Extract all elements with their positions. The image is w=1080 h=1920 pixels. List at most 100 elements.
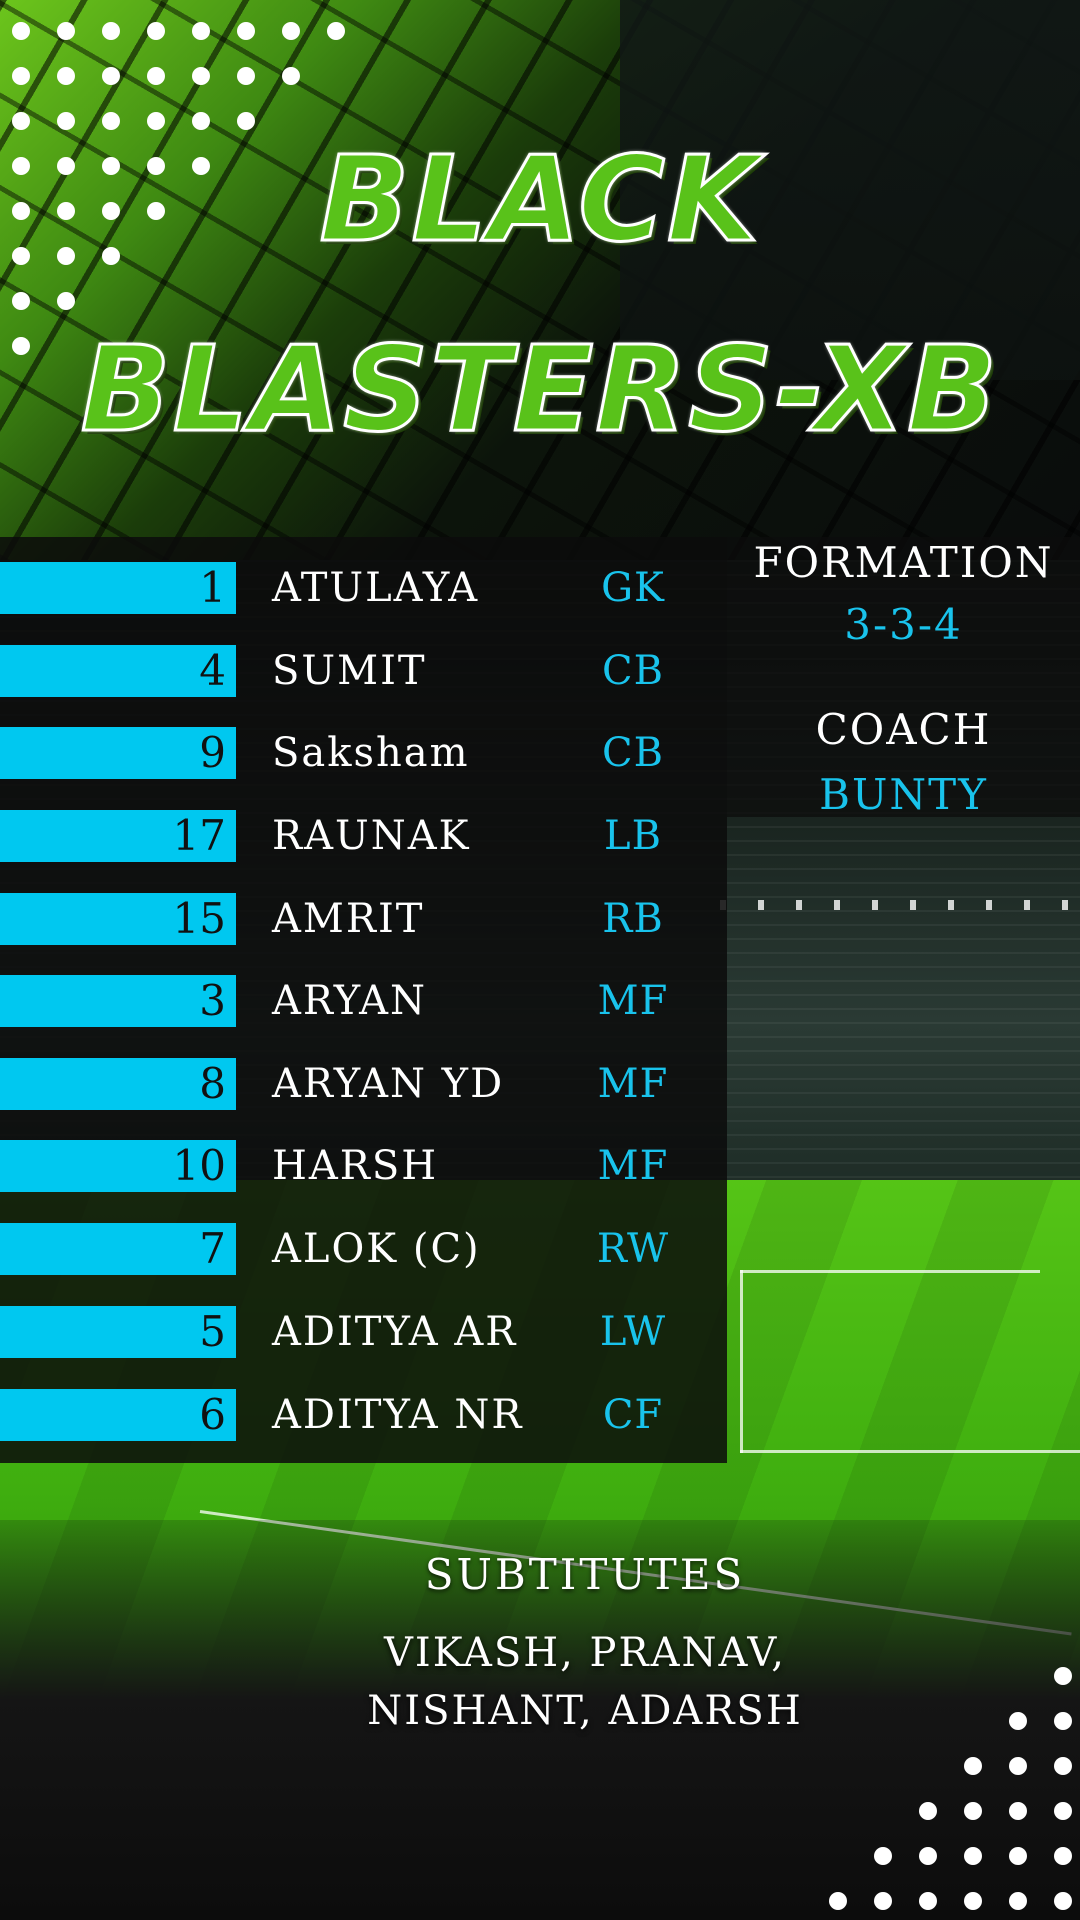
player-position: CB (602, 648, 664, 694)
player-name: ADITYA NR (272, 1392, 524, 1438)
team-name-line-1: BLACK (318, 129, 761, 270)
decorative-dot (874, 1847, 892, 1865)
pitch-line (740, 1270, 743, 1453)
decorative-dot (1009, 1712, 1027, 1730)
decorative-dot (12, 292, 30, 310)
decorative-dot (237, 22, 255, 40)
player-position: RW (596, 1226, 670, 1272)
formation-value: 3-3-4 (844, 600, 963, 649)
team-name-line-2: BLASTERS-XB (79, 319, 1000, 460)
player-name: SUMIT (272, 648, 427, 694)
number-bar: 3 (0, 975, 236, 1027)
decorative-dot (1054, 1667, 1072, 1685)
decorative-dot (12, 22, 30, 40)
decorative-dot (192, 22, 210, 40)
player-position: MF (597, 1061, 669, 1107)
player-number: 8 (199, 1059, 226, 1108)
decorative-dot (919, 1892, 937, 1910)
decorative-dot (1054, 1802, 1072, 1820)
number-bar: 4 (0, 645, 236, 697)
player-number: 17 (172, 811, 226, 860)
decorative-dot (919, 1802, 937, 1820)
number-bar: 1 (0, 562, 236, 614)
decorative-dot (327, 22, 345, 40)
decorative-dot (192, 112, 210, 130)
player-number: 7 (199, 1224, 226, 1273)
player-name: RAUNAK (272, 813, 471, 859)
player-name: AMRIT (272, 896, 425, 942)
decorative-dot (57, 292, 75, 310)
number-bar: 9 (0, 727, 236, 779)
substitutes-label: SUBTITUTES (424, 1550, 746, 1599)
player-number: 15 (172, 894, 226, 943)
pitch-line (740, 1270, 1040, 1273)
decorative-dot (1054, 1712, 1072, 1730)
number-bar: 7 (0, 1223, 236, 1275)
player-position: MF (597, 1143, 669, 1189)
decorative-dot (147, 22, 165, 40)
decorative-dot (237, 67, 255, 85)
player-position: MF (597, 978, 669, 1024)
player-number: 1 (199, 563, 226, 612)
player-name: ATULAYA (272, 565, 480, 611)
player-name: ADITYA AR (272, 1309, 518, 1355)
player-position: RB (602, 896, 664, 942)
decorative-dot (12, 112, 30, 130)
decorative-dot (12, 67, 30, 85)
decorative-dot (1009, 1802, 1027, 1820)
player-position: CB (602, 730, 664, 776)
decorative-dot (1009, 1847, 1027, 1865)
player-name: Saksham (272, 730, 470, 776)
number-bar: 5 (0, 1306, 236, 1358)
player-name: ALOK (C) (272, 1226, 481, 1272)
number-bar: 15 (0, 893, 236, 945)
decorative-dot (147, 67, 165, 85)
player-position: LW (599, 1309, 667, 1355)
player-name: HARSH (272, 1143, 439, 1189)
decorative-dot (192, 67, 210, 85)
decorative-dot (1009, 1757, 1027, 1775)
player-row: 15 AMRIT RB (0, 893, 727, 945)
player-number: 5 (199, 1307, 226, 1356)
decorative-dot (1054, 1847, 1072, 1865)
player-number: 6 (199, 1390, 226, 1439)
decorative-dot (1054, 1892, 1072, 1910)
dot-pattern-bottom-right (820, 1640, 1080, 1920)
decorative-dot (282, 22, 300, 40)
pitch-line (740, 1450, 1080, 1453)
coach-label: COACH (815, 705, 992, 754)
player-name: ARYAN (272, 978, 427, 1024)
player-number: 10 (172, 1141, 226, 1190)
player-row: 9 Saksham CB (0, 727, 727, 779)
decorative-dot (102, 22, 120, 40)
decorative-dot (1009, 1892, 1027, 1910)
decorative-dot (964, 1892, 982, 1910)
stadium-lights (720, 900, 1080, 910)
player-position: GK (601, 565, 665, 611)
formation-label: FORMATION (753, 538, 1054, 587)
player-row: 6 ADITYA NR CF (0, 1389, 727, 1441)
decorative-dot (829, 1892, 847, 1910)
player-row: 3 ARYAN MF (0, 975, 727, 1027)
decorative-dot (874, 1892, 892, 1910)
player-name: ARYAN YD (272, 1061, 505, 1107)
coach-name: BUNTY (819, 770, 988, 819)
decorative-dot (57, 67, 75, 85)
decorative-dot (919, 1847, 937, 1865)
player-row: 7 ALOK (C) RW (0, 1223, 727, 1275)
decorative-dot (964, 1757, 982, 1775)
decorative-dot (102, 67, 120, 85)
player-row: 17 RAUNAK LB (0, 810, 727, 862)
player-row: 4 SUMIT CB (0, 645, 727, 697)
decorative-dot (237, 112, 255, 130)
player-number: 4 (199, 646, 226, 695)
decorative-dot (57, 112, 75, 130)
substitutes-line-1: VIKASH, PRANAV, (384, 1630, 786, 1676)
decorative-dot (1054, 1757, 1072, 1775)
player-row: 1 ATULAYA GK (0, 562, 727, 614)
decorative-dot (282, 67, 300, 85)
number-bar: 6 (0, 1389, 236, 1441)
decorative-dot (964, 1802, 982, 1820)
decorative-dot (964, 1847, 982, 1865)
player-number: 9 (199, 728, 226, 777)
